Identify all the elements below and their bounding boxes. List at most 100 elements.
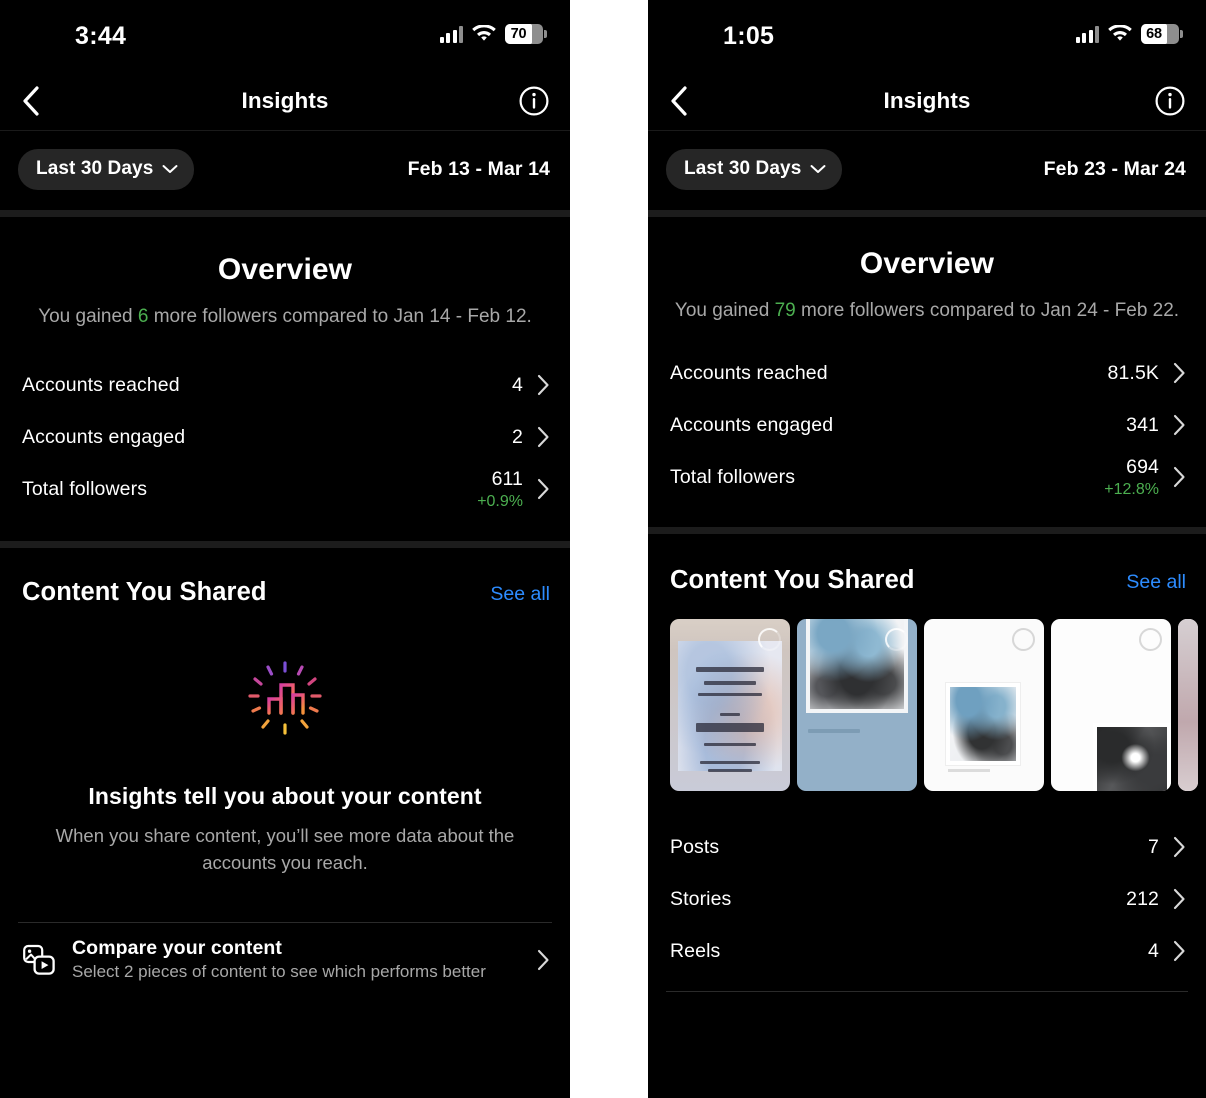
info-button[interactable] <box>1154 85 1186 117</box>
metric-value: 341 <box>1126 413 1159 436</box>
chevron-left-icon <box>671 86 687 116</box>
overview-summary-pre: You gained <box>38 306 138 327</box>
metric-row-total-followers[interactable]: Total followers 611 +0.9% <box>22 463 550 515</box>
status-indicators: 68 <box>1075 24 1183 44</box>
back-button[interactable] <box>662 84 696 118</box>
battery-percent: 68 <box>1146 26 1162 42</box>
thumbnail-pink-partial[interactable] <box>1178 619 1198 791</box>
see-all-link[interactable]: See all <box>1126 571 1186 594</box>
thumbnail-blue-card-artwork[interactable] <box>797 619 917 791</box>
battery-icon: 68 <box>1141 24 1183 44</box>
wifi-icon <box>472 25 496 43</box>
metric-label: Posts <box>670 835 720 858</box>
thumbnail-white-bw-photo[interactable] <box>1051 619 1171 791</box>
battery-icon: 70 <box>505 24 547 44</box>
metric-value: 694 <box>1126 455 1159 478</box>
metric-label: Total followers <box>22 477 148 500</box>
section-divider <box>648 527 1206 534</box>
chevron-right-icon <box>1173 836 1185 858</box>
chevron-right-icon <box>1173 940 1185 962</box>
chevron-down-icon <box>810 165 826 173</box>
metric-delta: +0.9% <box>477 492 523 510</box>
metric-value: 611 <box>491 467 523 490</box>
content-shared-header: Content You Shared See all <box>0 548 570 607</box>
metric-value: 4 <box>1148 939 1159 962</box>
metric-row-accounts-engaged[interactable]: Accounts engaged 341 <box>670 399 1186 451</box>
see-all-link[interactable]: See all <box>490 583 550 606</box>
chevron-down-icon <box>162 165 178 173</box>
section-divider <box>648 210 1206 217</box>
metric-delta: +12.8% <box>1104 480 1159 498</box>
battery-percent: 70 <box>510 26 527 42</box>
chevron-right-icon <box>537 374 549 396</box>
chevron-right-icon <box>1173 466 1185 488</box>
back-button[interactable] <box>14 84 48 118</box>
metric-label: Accounts engaged <box>22 425 186 448</box>
metric-row-accounts-engaged[interactable]: Accounts engaged 2 <box>22 411 550 463</box>
section-divider <box>0 541 570 548</box>
metric-label: Stories <box>670 887 732 910</box>
chevron-right-icon <box>1173 414 1185 436</box>
wifi-icon <box>1108 25 1132 43</box>
bottom-divider <box>666 991 1188 992</box>
loading-ring-icon <box>885 628 908 651</box>
date-range-selector-label: Last 30 Days <box>36 158 154 179</box>
metric-row-total-followers[interactable]: Total followers 694 +12.8% <box>670 451 1186 503</box>
nav-bar: Insights <box>648 72 1206 130</box>
status-bar: 3:44 70 <box>0 0 570 72</box>
info-circle-icon <box>1155 86 1185 116</box>
nav-bar: Insights <box>0 72 570 130</box>
metric-value: 212 <box>1126 887 1159 910</box>
overview-summary: You gained 6 more followers compared to … <box>0 287 570 331</box>
date-range-selector[interactable]: Last 30 Days <box>18 149 195 190</box>
date-range-text: Feb 23 - Mar 24 <box>1043 158 1186 180</box>
overview-title: Overview <box>217 253 353 286</box>
page-title: Insights <box>883 88 971 113</box>
metric-label: Reels <box>670 939 721 962</box>
compare-your-content-row[interactable]: Compare your content Select 2 pieces of … <box>0 923 570 982</box>
content-thumbnail-carousel[interactable] <box>648 619 1206 791</box>
metric-row-accounts-reached[interactable]: Accounts reached 81.5K <box>670 347 1186 399</box>
metric-value: 81.5K <box>1107 361 1159 384</box>
overview-summary-post: more followers compared to Jan 24 - Feb … <box>795 300 1180 321</box>
metric-value: 4 <box>512 373 523 396</box>
loading-ring-icon <box>1012 628 1035 651</box>
metric-row-accounts-reached[interactable]: Accounts reached 4 <box>22 359 550 411</box>
compare-subtitle: Select 2 pieces of content to see which … <box>72 962 486 981</box>
date-range-selector[interactable]: Last 30 Days <box>666 149 843 190</box>
phone-screen-right: 1:05 68 Insights Last 30 Days Feb 23 - M… <box>648 0 1206 1098</box>
overview-title: Overview <box>859 247 995 280</box>
metric-value: 2 <box>512 425 523 448</box>
cellular-signal-icon <box>439 25 463 43</box>
phone-screen-left: 3:44 70 Insights Last 30 Days Feb 13 - M… <box>0 0 570 1098</box>
compare-title: Compare your content <box>72 937 283 959</box>
loading-ring-icon <box>758 628 781 651</box>
cellular-signal-icon <box>1075 25 1099 43</box>
loading-ring-icon <box>1139 628 1162 651</box>
compare-media-icon <box>22 943 56 977</box>
status-bar: 1:05 68 <box>648 0 1206 72</box>
chevron-right-icon <box>537 949 549 970</box>
chevron-left-icon <box>23 86 39 116</box>
chevron-right-icon <box>1173 362 1185 384</box>
metric-row-posts[interactable]: Posts 7 <box>670 821 1186 873</box>
metric-row-stories[interactable]: Stories 212 <box>670 873 1186 925</box>
thumbnail-poster-contemporary-paintings[interactable] <box>670 619 790 791</box>
status-indicators: 70 <box>439 24 547 44</box>
overview-metrics-list: Accounts reached 81.5K Accounts engaged … <box>648 347 1206 503</box>
metric-row-reels[interactable]: Reels 4 <box>670 925 1186 977</box>
metric-value: 7 <box>1148 835 1159 858</box>
metric-label: Accounts reached <box>22 373 180 396</box>
date-filter-row: Last 30 Days Feb 13 - Mar 14 <box>0 131 570 210</box>
thumbnail-white-framed-artwork[interactable] <box>924 619 1044 791</box>
chevron-right-icon <box>537 478 549 500</box>
date-range-selector-label: Last 30 Days <box>684 158 802 179</box>
date-filter-row: Last 30 Days Feb 23 - Mar 24 <box>648 131 1206 210</box>
info-button[interactable] <box>518 85 550 117</box>
overview-summary-count: 79 <box>774 300 796 321</box>
content-shared-title: Content You Shared <box>670 566 915 594</box>
overview-metrics-list: Accounts reached 4 Accounts engaged 2 To… <box>0 359 570 515</box>
overview-summary-pre: You gained <box>674 300 775 321</box>
content-shared-title: Content You Shared <box>22 578 267 606</box>
empty-state-body: When you share content, you’ll see more … <box>55 825 515 873</box>
